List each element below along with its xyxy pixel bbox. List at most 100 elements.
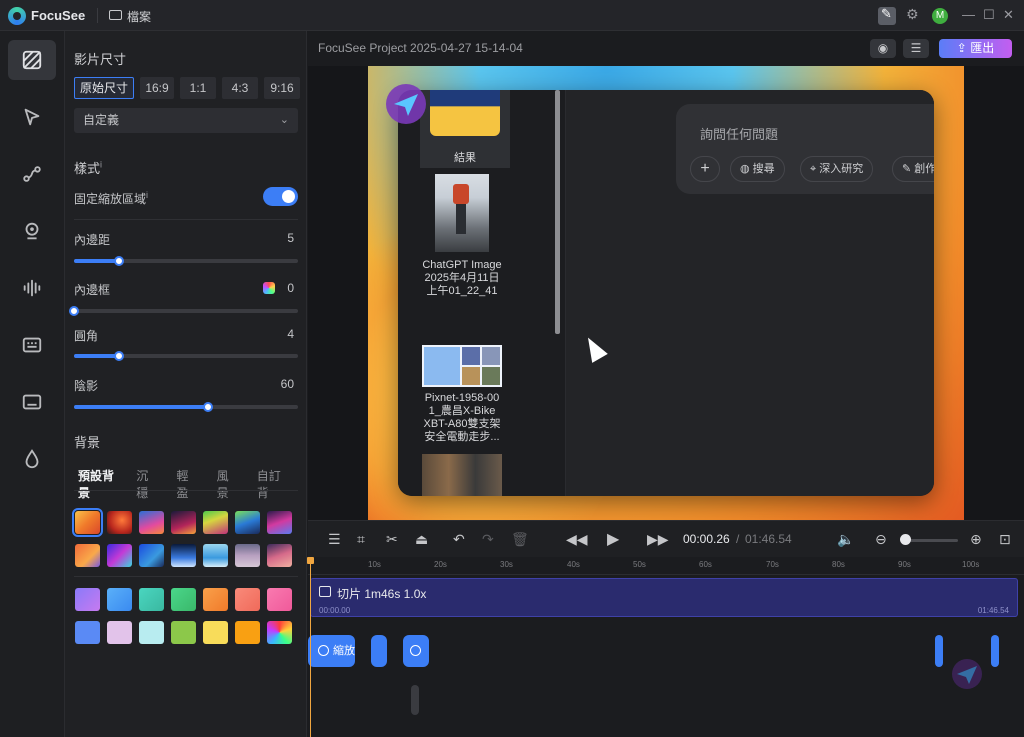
shadow-slider-knob[interactable] bbox=[203, 402, 214, 412]
subtitle-tool-button[interactable] bbox=[8, 382, 56, 422]
border-slider-knob[interactable] bbox=[69, 306, 79, 316]
split-track-icon[interactable]: ☰ bbox=[328, 531, 341, 548]
ratio-original-button[interactable]: 原始尺寸 bbox=[74, 77, 135, 99]
wallpaper-swatch[interactable] bbox=[203, 544, 228, 567]
wallpaper-swatch[interactable] bbox=[235, 511, 260, 534]
color-swatch[interactable] bbox=[139, 588, 164, 611]
playhead[interactable] bbox=[307, 557, 314, 737]
radius-slider[interactable] bbox=[74, 351, 298, 361]
title-divider bbox=[97, 8, 98, 23]
custom-color-swatch[interactable] bbox=[267, 621, 292, 644]
color-swatch[interactable] bbox=[171, 588, 196, 611]
preview-eye-icon[interactable]: ◉ bbox=[870, 39, 896, 58]
result-thumbnail: 結果 bbox=[420, 90, 510, 168]
export-button[interactable]: ⇪ 匯出 bbox=[939, 39, 1012, 58]
crop-icon[interactable]: ⌗ bbox=[357, 531, 365, 548]
timeline-scrollbar[interactable] bbox=[411, 685, 419, 715]
video-clip[interactable]: 切片 1m46s 1.0x 00:00.00 01:46.54 bbox=[310, 578, 1018, 617]
ratio-1-1-button[interactable]: 1:1 bbox=[180, 77, 217, 99]
trash-icon[interactable]: 🗑 bbox=[511, 531, 529, 548]
avatar[interactable]: M bbox=[932, 8, 948, 24]
wallpaper-swatch[interactable] bbox=[171, 544, 196, 567]
scissors-icon[interactable]: ✂ bbox=[386, 531, 398, 548]
wallpaper-swatch[interactable] bbox=[139, 511, 164, 534]
wallpaper-swatch[interactable] bbox=[72, 508, 103, 537]
redo-icon[interactable]: ↷ bbox=[482, 531, 494, 548]
cursor-tool-button[interactable] bbox=[8, 97, 56, 137]
color-swatch[interactable] bbox=[235, 588, 260, 611]
border-slider[interactable] bbox=[69, 306, 298, 316]
wallpaper-swatch[interactable] bbox=[203, 511, 228, 534]
zoom-in-icon[interactable]: ⊕ bbox=[970, 531, 982, 548]
zoom-segment-small[interactable] bbox=[403, 635, 429, 667]
ratio-4-3-button[interactable]: 4:3 bbox=[222, 77, 259, 99]
color-swatch[interactable] bbox=[75, 588, 100, 611]
color-swatch[interactable] bbox=[107, 588, 132, 611]
wallpaper-swatch[interactable] bbox=[267, 511, 292, 534]
watermark-tool-button[interactable] bbox=[8, 439, 56, 479]
wallpaper-swatch[interactable] bbox=[171, 511, 196, 534]
fast-forward-icon[interactable]: ▶▶ bbox=[647, 531, 669, 548]
radius-slider-knob[interactable] bbox=[113, 351, 124, 361]
color-swatch[interactable] bbox=[235, 621, 260, 644]
incognito-icon[interactable]: ⏏ bbox=[415, 531, 428, 548]
webcam-tool-button[interactable] bbox=[8, 211, 56, 251]
ratio-9-16-button[interactable]: 9:16 bbox=[264, 77, 301, 99]
sidebar-scrollbar[interactable] bbox=[555, 90, 560, 334]
shadow-slider[interactable] bbox=[74, 402, 298, 412]
wallpaper-swatch[interactable] bbox=[75, 544, 100, 567]
color-swatch[interactable] bbox=[267, 588, 292, 611]
file-menu[interactable]: 檔案 bbox=[127, 8, 151, 25]
color-swatch[interactable] bbox=[107, 621, 132, 644]
undo-icon[interactable]: ↶ bbox=[453, 531, 465, 548]
caption-tool-button[interactable] bbox=[8, 325, 56, 365]
color-swatch[interactable] bbox=[75, 621, 100, 644]
wallpaper-swatch[interactable] bbox=[235, 544, 260, 567]
timeline-handle-right[interactable] bbox=[991, 635, 999, 667]
tab-custom[interactable]: 自訂背 bbox=[257, 467, 284, 501]
search-chip-label: 搜尋 bbox=[752, 163, 775, 175]
timeline-zoom-knob[interactable] bbox=[900, 534, 911, 545]
border-color-picker-icon[interactable] bbox=[263, 282, 275, 294]
preview-canvas[interactable]: 結果 ChatGPT Image 2025年4月11日 上午01_22_41 P… bbox=[308, 66, 1024, 520]
edit-icon[interactable] bbox=[878, 6, 896, 25]
padding-slider[interactable] bbox=[74, 256, 298, 266]
ratio-16-9-button[interactable]: 16:9 bbox=[140, 77, 175, 99]
wallpaper-swatch[interactable] bbox=[107, 511, 132, 534]
tab-light[interactable]: 輕盈 bbox=[176, 467, 194, 501]
style-info-icon[interactable]: i bbox=[100, 160, 102, 170]
volume-icon[interactable]: 🔈 bbox=[837, 531, 854, 548]
color-swatch[interactable] bbox=[171, 621, 196, 644]
minimize-icon[interactable]: — bbox=[962, 7, 975, 22]
play-icon[interactable]: ▶ bbox=[607, 529, 619, 549]
color-swatch[interactable] bbox=[139, 621, 164, 644]
timeline-handle-left[interactable] bbox=[935, 635, 943, 667]
adjust-sliders-icon[interactable]: ☰ bbox=[903, 39, 929, 58]
gear-icon[interactable]: ⚙ bbox=[906, 6, 924, 24]
maximize-icon[interactable]: ☐ bbox=[983, 7, 995, 23]
wallpaper-swatch[interactable] bbox=[107, 544, 132, 567]
path-tool-button[interactable] bbox=[8, 154, 56, 194]
padding-slider-knob[interactable] bbox=[113, 256, 124, 266]
fixed-zoom-toggle[interactable] bbox=[263, 187, 298, 206]
tab-preset-background[interactable]: 預設背景 bbox=[78, 467, 114, 501]
wallpaper-swatch[interactable] bbox=[267, 544, 292, 567]
color-swatch[interactable] bbox=[203, 588, 228, 611]
background-tool-button[interactable] bbox=[8, 40, 56, 80]
tab-scenery[interactable]: 風景 bbox=[217, 467, 235, 501]
fixed-zoom-info-icon[interactable]: i bbox=[146, 190, 148, 200]
close-icon[interactable]: ✕ bbox=[1003, 7, 1014, 23]
size-preset-select[interactable]: 自定義 ⌄ bbox=[74, 108, 298, 133]
audio-tool-button[interactable] bbox=[8, 268, 56, 308]
fit-timeline-icon[interactable]: ⊡ bbox=[999, 531, 1011, 548]
rewind-icon[interactable]: ◀◀ bbox=[566, 531, 588, 548]
zoom-out-icon[interactable]: ⊖ bbox=[875, 531, 887, 548]
zoom-segment-small[interactable] bbox=[371, 635, 387, 667]
wallpaper-swatch[interactable] bbox=[139, 544, 164, 567]
tab-calm[interactable]: 沉穩 bbox=[136, 467, 154, 501]
timeline-zoom-slider[interactable] bbox=[903, 539, 958, 542]
zoom-segment[interactable]: 縮放 bbox=[308, 635, 355, 667]
timeline[interactable]: 10s 20s 30s 40s 50s 60s 70s 80s 90s 100s… bbox=[307, 557, 1024, 737]
color-swatch[interactable] bbox=[203, 621, 228, 644]
folder-icon[interactable] bbox=[109, 10, 122, 20]
